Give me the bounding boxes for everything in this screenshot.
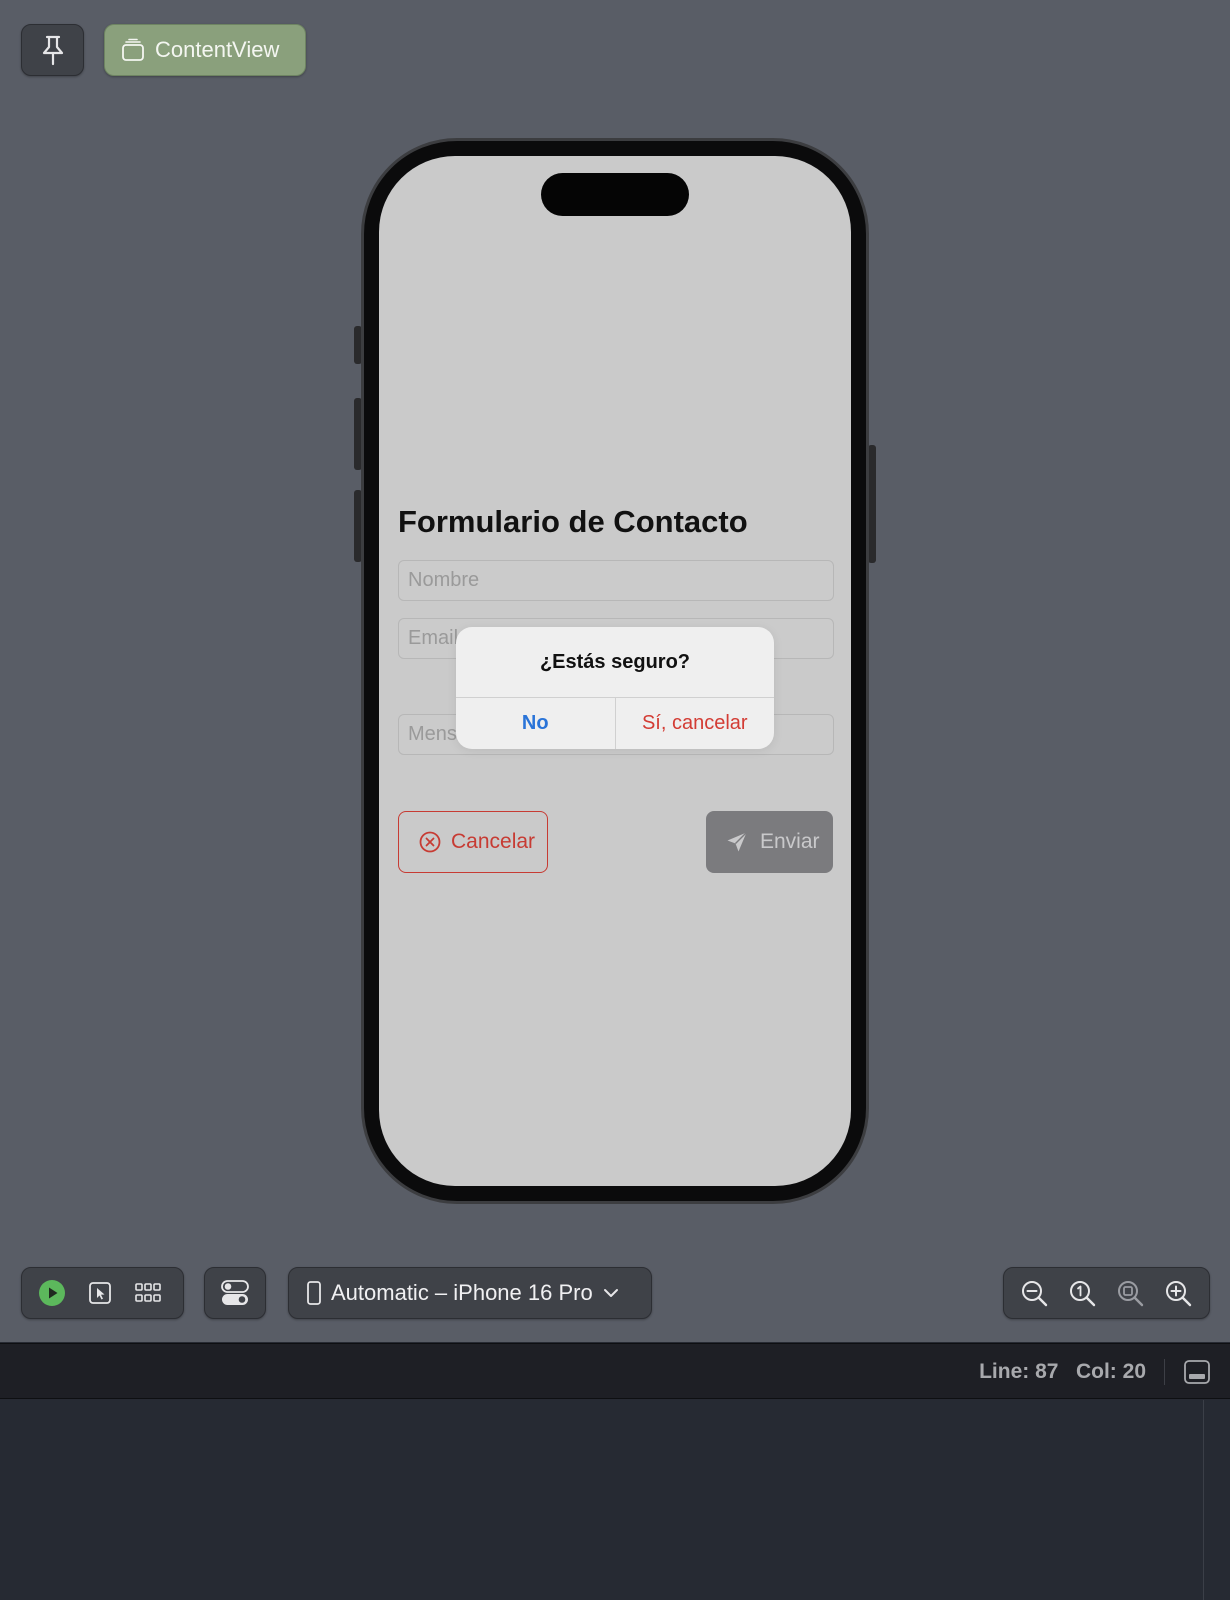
- zoom-in-button[interactable]: [1154, 1269, 1202, 1317]
- device-selector[interactable]: Automatic – iPhone 16 Pro: [288, 1267, 652, 1319]
- form-title: Formulario de Contacto: [398, 504, 748, 539]
- cancel-button[interactable]: Cancelar: [398, 811, 548, 873]
- preview-mode-group: [21, 1267, 184, 1319]
- zoom-to-fit-button[interactable]: [1106, 1269, 1154, 1317]
- cursor-icon: [89, 1282, 111, 1304]
- alert-title: ¿Estás seguro?: [539, 650, 691, 673]
- zoom-out-icon: [1022, 1281, 1048, 1307]
- zoom-in-icon: [1166, 1281, 1192, 1307]
- iphone-icon: [307, 1281, 321, 1305]
- paper-plane-icon: [727, 832, 747, 852]
- debug-area: [0, 1400, 1230, 1600]
- phone-power-button: [868, 445, 876, 563]
- line-indicator: Line: 87: [979, 1360, 1059, 1383]
- zoom-100-button[interactable]: [1058, 1269, 1106, 1317]
- pin-icon: [42, 35, 63, 66]
- toggle-icon: [221, 1280, 249, 1305]
- send-label: Enviar: [760, 830, 820, 853]
- pin-preview-button[interactable]: [21, 24, 84, 76]
- column-indicator: Col: 20: [1075, 1360, 1146, 1383]
- variants-button[interactable]: [124, 1269, 172, 1317]
- alert-no-button[interactable]: No: [456, 698, 616, 749]
- status-divider: [1164, 1359, 1165, 1385]
- canvas-settings-button[interactable]: [204, 1267, 266, 1319]
- debug-area-divider: [1203, 1400, 1204, 1600]
- selectable-mode-button[interactable]: [76, 1269, 124, 1317]
- zoom-out-button[interactable]: [1010, 1269, 1058, 1317]
- content-view-label: ContentView: [155, 37, 280, 62]
- phone-screen: Formulario de Contacto Nombre Email Mens…: [379, 156, 851, 1186]
- live-mode-button[interactable]: [28, 1269, 76, 1317]
- device-label: Automatic – iPhone 16 Pro: [331, 1280, 593, 1305]
- play-icon: [39, 1280, 65, 1306]
- grid-icon: [135, 1283, 161, 1302]
- zoom-fit-icon: [1118, 1281, 1144, 1307]
- confirmation-alert: ¿Estás seguro? No Sí, cancelar: [456, 627, 774, 749]
- debug-area-toggle-icon[interactable]: [1183, 1358, 1211, 1386]
- alert-actions: No Sí, cancelar: [456, 697, 774, 749]
- stack-icon: [122, 38, 144, 61]
- dynamic-island: [541, 173, 689, 216]
- content-view-preview-tab[interactable]: ContentView: [104, 24, 306, 76]
- cursor-position: Line: 87 Col: 20: [979, 1344, 1146, 1400]
- editor-status-bar: Line: 87 Col: 20: [0, 1343, 1230, 1399]
- alert-yes-cancel-button[interactable]: Sí, cancelar: [616, 698, 775, 749]
- zoom-100-icon: [1070, 1281, 1096, 1307]
- x-circle-icon: [419, 831, 441, 853]
- zoom-controls: [1003, 1267, 1210, 1319]
- name-field[interactable]: Nombre: [398, 560, 834, 601]
- send-button[interactable]: Enviar: [706, 811, 833, 873]
- cancel-label: Cancelar: [451, 830, 536, 853]
- chevron-down-icon: [603, 1289, 618, 1297]
